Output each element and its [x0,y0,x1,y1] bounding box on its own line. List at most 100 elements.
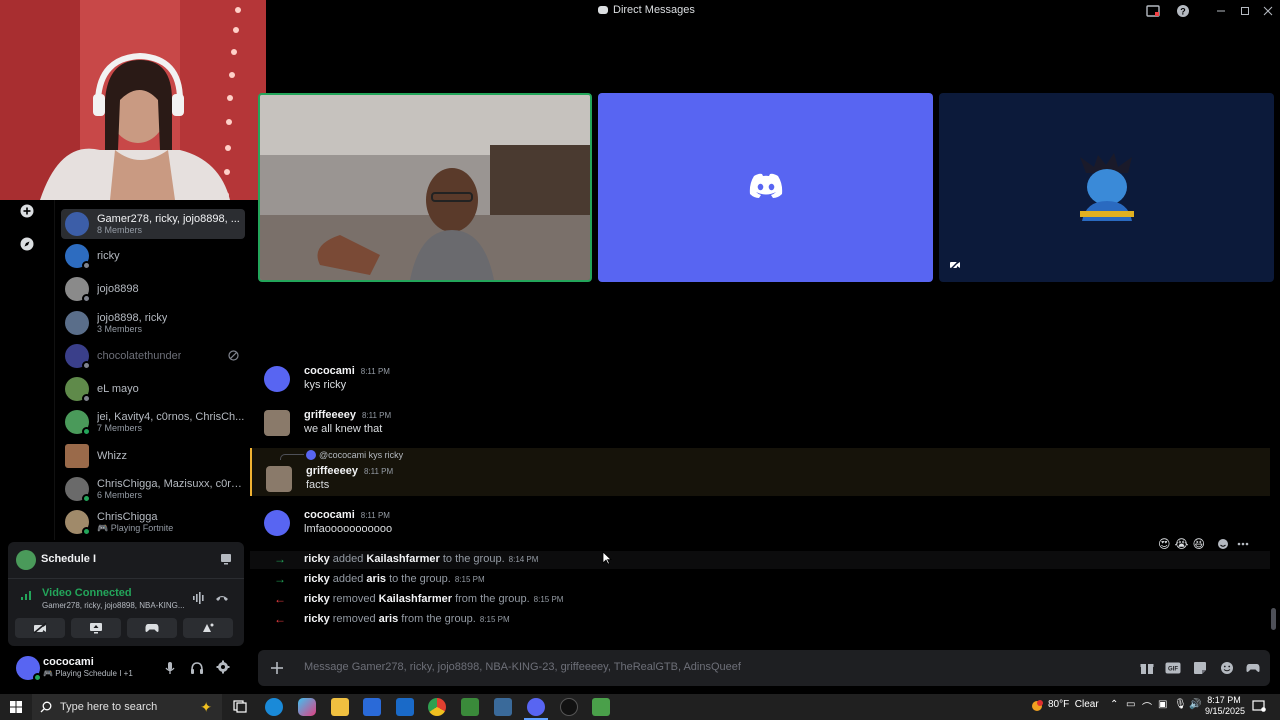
discord-taskbar-icon[interactable] [527,698,545,716]
system-actor[interactable]: ricky [304,573,330,585]
upload-plus-icon[interactable] [268,659,286,677]
dm-item[interactable]: jojo8898, ricky 3 Members [61,308,245,338]
obs-icon[interactable] [560,698,578,716]
chrome-icon[interactable] [428,698,446,716]
copilot-icon[interactable] [298,698,316,716]
system-actor[interactable]: ricky [304,553,330,565]
message-author[interactable]: cococami [304,365,355,377]
noise-suppression-icon[interactable] [192,592,206,604]
file-explorer-icon[interactable] [331,698,349,716]
windows-start-icon[interactable] [10,701,22,713]
app-icon[interactable] [494,698,512,716]
outlook-icon[interactable] [396,698,414,716]
system-actor[interactable]: ricky [304,613,330,625]
minimize-icon[interactable] [1213,3,1229,19]
dm-item[interactable]: Gamer278, ricky, jojo8898, ... 8 Members [61,209,245,239]
gif-icon[interactable]: GIF [1164,659,1182,677]
screenshare-button[interactable] [71,618,121,638]
dm-item[interactable]: jojo8898 [61,274,245,304]
avatar [65,510,91,536]
svg-text:GIF: GIF [1168,667,1178,673]
store-icon[interactable] [363,698,381,716]
voice-channel[interactable]: Gamer278, ricky, jojo8898, NBA-KING... [42,601,185,610]
dm-item[interactable]: ChrisChigga 🎮 Playing Fortnite [61,507,245,537]
close-window-icon[interactable] [1260,3,1276,19]
inbox-icon[interactable] [1145,3,1161,19]
tray-icon[interactable]: ▭ [1126,699,1135,710]
headphones-icon[interactable] [190,661,204,675]
display-tray-icon[interactable]: ▣ [1158,699,1167,710]
minecraft-icon[interactable] [461,698,479,716]
username[interactable]: cococami [43,656,94,668]
camera-off-button[interactable] [15,618,65,638]
message-mention[interactable]: @cococami kys ricky griffeeeey 8:11 PM fa… [250,448,1270,496]
taskbar-search[interactable]: Type here to search ✦ [32,694,222,720]
discover-button[interactable] [12,229,42,259]
tray-chevron-icon[interactable]: ⌃ [1110,699,1118,710]
message-time: 8:11 PM [360,511,390,520]
message[interactable]: cococami 8:11 PM lmfaooooooooooo [250,508,1270,542]
task-view-icon[interactable] [233,699,247,713]
dm-item[interactable]: ChrisChigga, Mazisuxx, c0rn... 6 Members [61,474,245,504]
game-icon[interactable] [592,698,610,716]
system-target[interactable]: aris [379,613,399,625]
clock[interactable]: 8:17 PM 9/15/2025 [1205,695,1245,717]
system-target[interactable]: aris [366,573,386,585]
message-author[interactable]: cococami [304,509,355,521]
message[interactable]: cococami 8:11 PM kys ricky [250,364,1270,396]
dm-item[interactable]: ricky [61,241,245,271]
video-tile-avatar[interactable] [939,93,1274,282]
reply-preview[interactable]: @cococami kys ricky [306,450,403,460]
message-input[interactable]: Message Gamer278, ricky, jojo8898, NBA-K… [304,661,741,673]
soundboard-button[interactable] [183,618,233,638]
server-rail [0,200,54,540]
gift-icon[interactable] [1138,659,1156,677]
dm-item[interactable]: Whizz [61,441,245,471]
system-target[interactable]: Kailashfarmer [366,553,439,565]
microphone-icon[interactable] [164,661,176,675]
message-composer[interactable]: Message Gamer278, ricky, jojo8898, NBA-K… [258,650,1270,686]
video-tile-avatar[interactable] [598,93,933,282]
message-content: we all knew that [304,423,383,435]
activity-popout-icon[interactable] [220,553,232,565]
notifications-icon[interactable] [1252,700,1266,712]
activity-icon [16,550,36,570]
arrow-left-icon: ← [274,592,286,606]
dm-item[interactable]: chocolatethunder [61,341,245,371]
help-icon[interactable]: ? [1175,3,1191,19]
system-target[interactable]: Kailashfarmer [379,593,452,605]
disconnect-icon[interactable] [215,592,229,604]
settings-gear-icon[interactable] [216,660,230,674]
add-server-button[interactable] [12,196,42,226]
scrollbar-thumb[interactable] [1271,608,1276,630]
mic-tray-icon[interactable]: 🎙 [1174,699,1187,710]
edge-icon[interactable] [265,698,283,716]
avatar [65,311,89,335]
maximize-icon[interactable] [1237,3,1253,19]
dm-item[interactable]: eL mayo [61,374,245,404]
network-tray-icon[interactable]: ⌒ [1142,699,1152,714]
activities-button[interactable] [127,618,177,638]
more-options-icon[interactable] [1237,542,1249,546]
reaction-emoji[interactable]: 😆 [1193,537,1206,551]
message-time: 8:11 PM [360,367,390,376]
message-author[interactable]: griffeeeey [304,409,356,421]
avatar [65,410,91,436]
sticker-icon[interactable] [1191,659,1209,677]
reaction-emoji[interactable]: 😍 [1158,537,1171,551]
message-author[interactable]: griffeeeey [306,465,358,477]
avatar [65,277,91,303]
avatar[interactable] [16,656,42,682]
dm-item[interactable]: jei, Kavity4, c0rnos, ChrisCh... 7 Member… [61,407,245,437]
reaction-emoji[interactable]: 😭 [1175,537,1189,551]
weather-text[interactable]: 80°F Clear [1048,699,1099,710]
system-actor[interactable]: ricky [304,593,330,605]
voice-status[interactable]: Video Connected [42,587,132,599]
apps-gamepad-icon[interactable] [1244,659,1262,677]
message[interactable]: griffeeeey 8:11 PM we all knew that [250,408,1270,440]
volume-icon[interactable]: 🔊 [1189,699,1201,710]
avatar [65,212,89,236]
video-tile-camera[interactable] [258,93,592,282]
add-reaction-icon[interactable] [1217,538,1229,550]
emoji-icon[interactable] [1218,659,1236,677]
